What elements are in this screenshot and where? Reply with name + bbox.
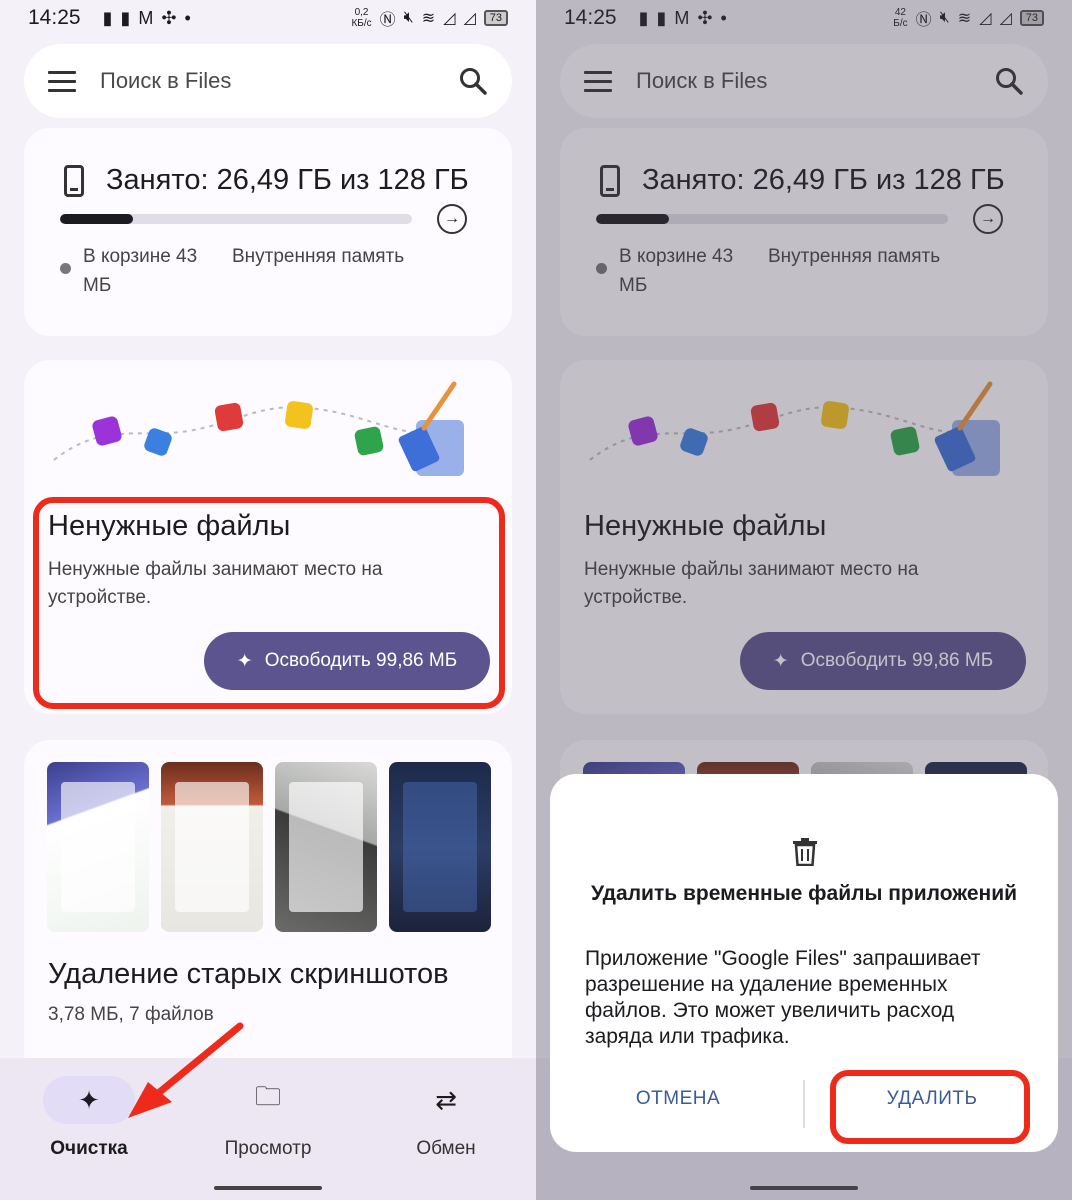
- storage-progress-bar: [60, 214, 412, 224]
- gmail-icon: M: [138, 7, 154, 28]
- bottom-navigation: ✦ Очистка 🗀︎ Просмотр ⇄ Обмен: [0, 1058, 536, 1200]
- phone-icon: [64, 164, 84, 197]
- arrow-right-icon[interactable]: →: [437, 204, 467, 234]
- storage-usage-text: Занято: 26,49 ГБ из 128 ГБ: [106, 164, 469, 196]
- right-screen: 14:25 ▮ ▮ M ✣ • 42 Б/с Ⓝ 🔇︎ ≋ ◿ ◿ 73 Пои…: [536, 0, 1072, 1200]
- delete-temp-files-dialog: Удалить временные файлы приложений Прило…: [550, 774, 1058, 1152]
- screenshot-thumbnail[interactable]: [389, 762, 491, 932]
- screenshot-thumbnail[interactable]: [275, 762, 377, 932]
- status-bar: 14:25 ▮ ▮ M ✣ • 0,2 КБ/с Ⓝ 🔇︎ ≋ ◿ ◿ 73: [0, 0, 536, 36]
- fan-icon: ✣: [161, 7, 177, 28]
- trash-icon: [793, 838, 817, 866]
- left-screen: 14:25 ▮ ▮ M ✣ • 0,2 КБ/с Ⓝ 🔇︎ ≋ ◿ ◿ 73 П…: [0, 0, 536, 1200]
- screenshot-thumbnails: [47, 762, 491, 932]
- speed-unit: КБ/с: [351, 18, 372, 29]
- notification-icons: ▮ ▮ M ✣ •: [103, 8, 191, 29]
- nav-label: Обмен: [416, 1138, 476, 1159]
- alert-icon: ▮: [120, 7, 131, 28]
- battery-icon: 73: [483, 10, 508, 26]
- red-highlight-box: [830, 1070, 1030, 1144]
- cleanup-illustration: [53, 381, 464, 476]
- system-icons: 0,2 КБ/с Ⓝ 🔇︎ ≋ ◿ ◿ 73: [351, 6, 508, 30]
- share-swap-icon: ⇄: [435, 1084, 457, 1115]
- speed-value: 0,2: [354, 7, 369, 18]
- network-speed: 0,2 КБ/с: [351, 7, 371, 29]
- red-arrow-annotation: [128, 1022, 244, 1118]
- gesture-bar[interactable]: [214, 1186, 322, 1190]
- cancel-button[interactable]: ОТМЕНА: [590, 1088, 766, 1110]
- legend-dot: [60, 263, 71, 274]
- junk-files-card: Ненужные файлы Ненужные файлы занимают м…: [24, 360, 512, 714]
- screenshot-thumbnail[interactable]: [47, 762, 149, 932]
- red-highlight-box: [33, 497, 505, 709]
- nfc-icon: Ⓝ: [379, 12, 396, 29]
- trash-size-label: В корзине 43 МБ: [83, 246, 198, 296]
- storage-progress-fill: [60, 214, 133, 224]
- storage-title: Занято: 26,49 ГБ из 128 ГБ: [64, 164, 469, 197]
- menu-icon[interactable]: [48, 70, 76, 92]
- button-divider: [803, 1080, 805, 1128]
- search-bar[interactable]: Поиск в Files: [24, 44, 512, 118]
- dialog-title: Удалить временные файлы приложений: [590, 882, 1018, 905]
- old-screenshots-card[interactable]: Удаление старых скриншотов 3,78 МБ, 7 фа…: [24, 740, 512, 1100]
- internal-storage-label: Внутренняя память: [232, 246, 405, 267]
- screenshot-thumbnail[interactable]: [161, 762, 263, 932]
- nav-label: Очистка: [50, 1138, 128, 1159]
- old-screenshots-title: Удаление старых скриншотов: [48, 958, 449, 990]
- search-placeholder: Поиск в Files: [100, 68, 232, 93]
- search-icon[interactable]: [458, 66, 488, 96]
- no-signal-icon: ◿: [463, 10, 476, 27]
- nav-label: Просмотр: [224, 1138, 312, 1159]
- alert-icon: ▮: [102, 7, 113, 28]
- dialog-body: Приложение "Google Files" запрашивает ра…: [585, 947, 981, 1048]
- no-signal-icon: ◿: [443, 10, 456, 27]
- mute-icon: 🔇︎: [403, 9, 414, 26]
- storage-card[interactable]: Занято: 26,49 ГБ из 128 ГБ → В корзине 4…: [24, 128, 512, 336]
- wifi-icon: ≋: [421, 10, 436, 27]
- status-time: 14:25: [28, 6, 81, 29]
- nav-item-share[interactable]: ⇄ Обмен: [376, 1076, 516, 1160]
- more-dot-icon: •: [184, 7, 191, 28]
